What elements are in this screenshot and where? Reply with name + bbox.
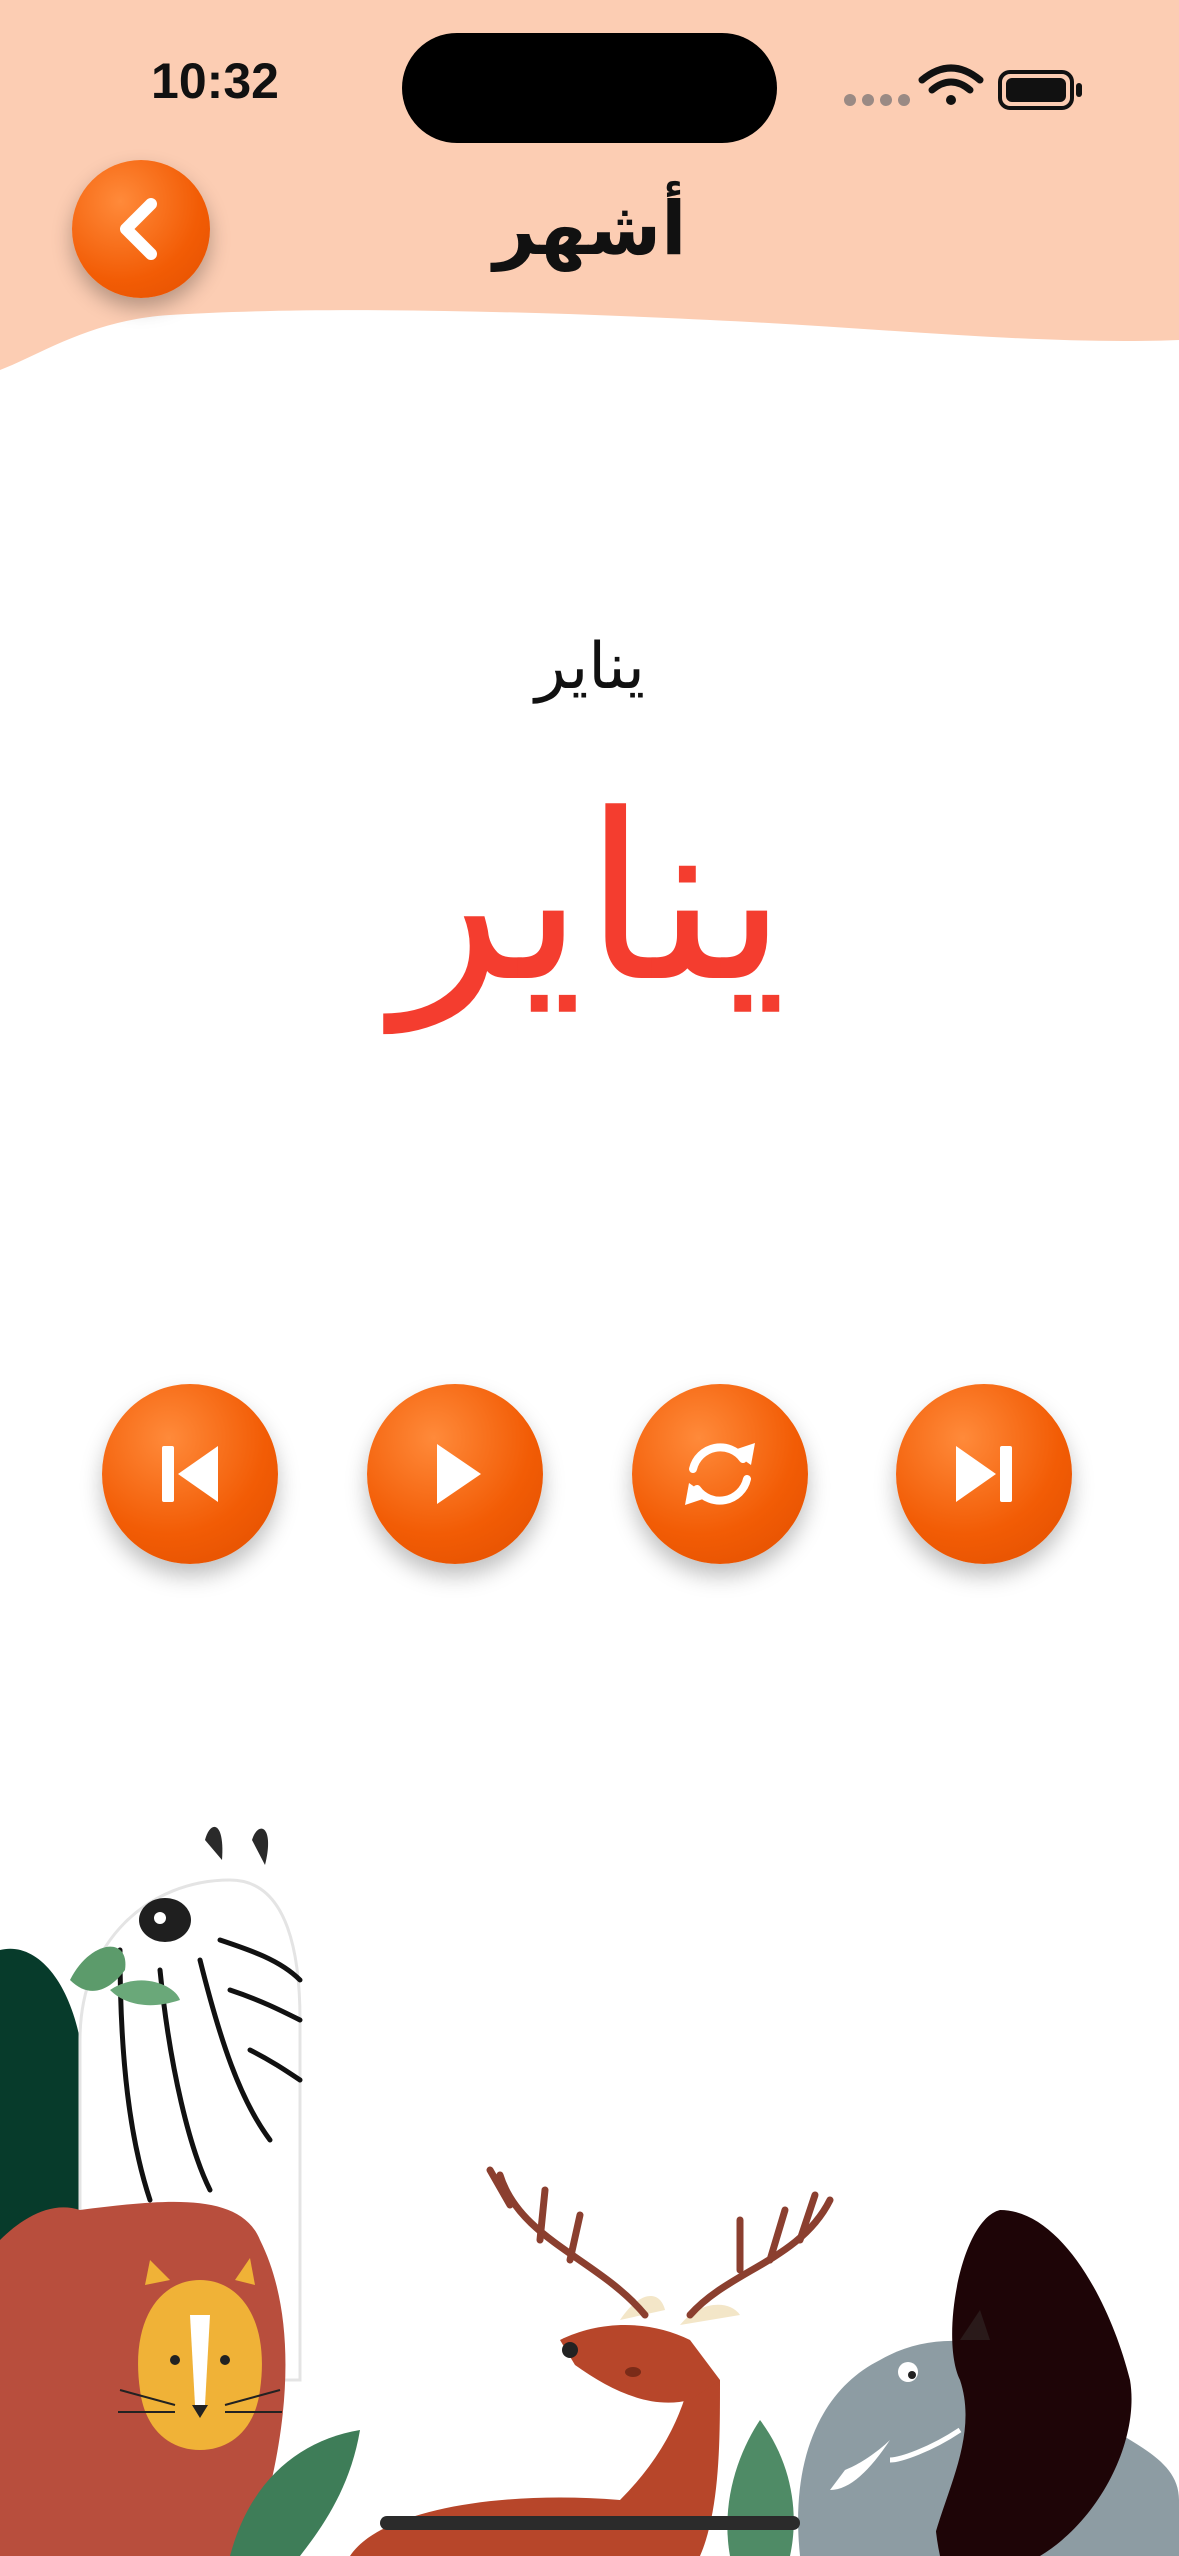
home-indicator[interactable] (380, 2516, 800, 2530)
page-title: أشهر (493, 186, 687, 272)
repeat-button[interactable] (632, 1384, 808, 1564)
animals-illustration (0, 1826, 1179, 2556)
dynamic-island (402, 33, 777, 143)
play-button[interactable] (367, 1384, 543, 1564)
previous-button[interactable] (102, 1384, 278, 1564)
word-label-large: يناير (392, 766, 788, 1033)
bush-left (0, 1948, 85, 2240)
next-button[interactable] (896, 1384, 1072, 1564)
leaf-middle (727, 2420, 794, 2556)
back-button[interactable] (72, 160, 210, 298)
skip-previous-icon (162, 1446, 218, 1502)
refresh-icon (685, 1443, 755, 1505)
lion (0, 2201, 286, 2556)
elephant (798, 2210, 1179, 2556)
skip-next-icon (956, 1446, 1012, 1502)
wifi-icon (918, 64, 984, 105)
status-time: 10:32 (151, 53, 279, 109)
word-label-small: يناير (535, 630, 645, 704)
status-icons (844, 64, 1082, 110)
chevron-left-icon (120, 198, 157, 260)
cellular-dots-icon (844, 94, 910, 106)
play-icon (437, 1444, 481, 1504)
battery-icon (998, 70, 1082, 110)
